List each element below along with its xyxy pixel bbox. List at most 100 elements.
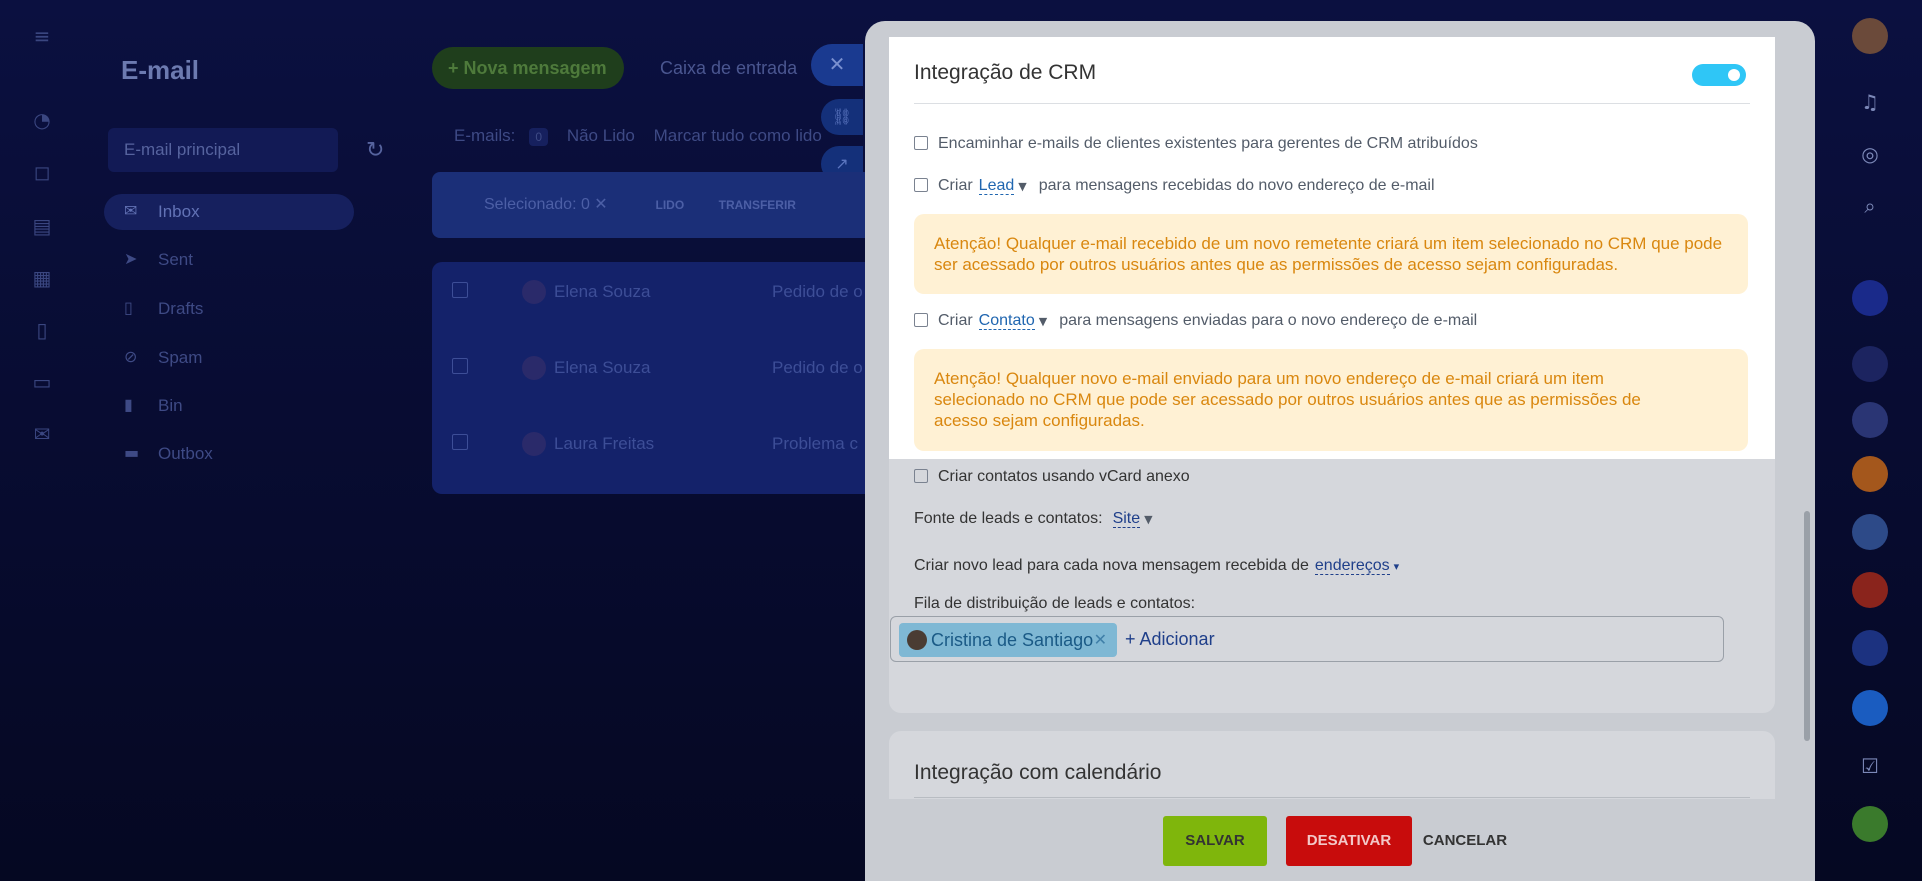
selected-count: Selecionado: 0	[484, 196, 590, 213]
source-label: Fonte de leads e contatos:	[914, 510, 1103, 527]
envelope-icon: ✉	[124, 201, 138, 220]
chat-icon[interactable]	[1852, 690, 1888, 726]
chat-icon[interactable]: ◻	[28, 158, 56, 186]
folder-spam[interactable]: ⊘ Spam	[104, 340, 354, 376]
group-icon[interactable]	[1852, 514, 1888, 550]
new-message-button[interactable]: + Nova mensagem	[432, 47, 624, 89]
forward-existing-label: Encaminhar e-mails de clientes existente…	[938, 135, 1478, 152]
folder-label: Drafts	[158, 299, 204, 318]
right-nav-rail: ♫ ◎ ⌕ ☑	[1816, 0, 1922, 881]
inbox-tab[interactable]: Caixa de entrada	[660, 58, 797, 79]
folder-label: Inbox	[158, 202, 200, 221]
queue-user-selector[interactable]: Cristina de Santiago ✕ + Adicionar	[890, 616, 1724, 662]
tasks-icon[interactable]: ▤	[28, 212, 56, 240]
incoming-create-option[interactable]: Criar Lead ▼ para mensagens recebidas do no…	[914, 177, 1435, 195]
save-button[interactable]: SALVAR	[1163, 816, 1267, 866]
filter-bar: E-mails: 0 Não Lido Marcar tudo como lido	[454, 126, 836, 146]
caret-down-icon[interactable]: ▾	[1394, 560, 1400, 573]
folder-label: Bin	[158, 396, 183, 415]
crm-icon[interactable]: ▭	[28, 368, 56, 396]
add-user-link[interactable]: + Adicionar	[1125, 629, 1215, 650]
checklist-icon[interactable]: ☑	[1852, 748, 1888, 784]
avatar[interactable]	[1852, 402, 1888, 438]
scrollbar[interactable]	[1804, 511, 1810, 741]
outgoing-entity-dropdown[interactable]: Contato	[978, 312, 1035, 330]
user-avatar[interactable]	[1852, 18, 1888, 54]
sent-icon: ➤	[124, 249, 138, 268]
feed-icon[interactable]	[1852, 806, 1888, 842]
avatar[interactable]	[1852, 346, 1888, 382]
search-chat-icon[interactable]: ⌕	[1852, 188, 1888, 224]
avatar[interactable]	[1852, 630, 1888, 666]
folder-label: Sent	[158, 250, 193, 269]
folder-outbox[interactable]: ▬ Outbox	[104, 436, 354, 472]
outgoing-create-option[interactable]: Criar Contato ▼ para mensagens enviadas par…	[914, 312, 1477, 330]
refresh-icon[interactable]: ↻	[366, 138, 384, 163]
crm-settings-card: Criar contatos usando vCard anexo Fonte …	[889, 459, 1775, 713]
table-row[interactable]: Laura Freitas Problema c	[432, 414, 872, 474]
remove-user-icon[interactable]: ✕	[1094, 630, 1107, 649]
documents-icon[interactable]: ▯	[28, 316, 56, 344]
table-row[interactable]: Elena Souza Pedido de o	[432, 262, 872, 322]
disable-button[interactable]: DESATIVAR	[1286, 816, 1412, 866]
table-row[interactable]: Elena Souza Pedido de o	[432, 338, 872, 398]
close-slider-button[interactable]: ✕	[811, 44, 863, 86]
vcard-option[interactable]: Criar contatos usando vCard anexo	[914, 468, 1190, 486]
row-checkbox[interactable]	[452, 434, 468, 450]
mail-icon[interactable]: ✉	[28, 420, 56, 448]
avatar	[522, 280, 546, 304]
target-icon[interactable]: ◎	[1852, 136, 1888, 172]
app-title: E-mail	[121, 55, 200, 85]
folder-sent[interactable]: ➤ Sent	[104, 242, 354, 278]
activity-icon[interactable]: ◔	[28, 106, 56, 134]
calendar-icon[interactable]: ▦	[28, 264, 56, 292]
move-action[interactable]: TRANSFERIR	[719, 198, 796, 212]
folder-inbox[interactable]: ✉ Inbox	[104, 194, 354, 230]
crm-toggle[interactable]	[1692, 64, 1746, 86]
chevron-down-icon[interactable]: ▼	[1018, 180, 1026, 193]
row-checkbox[interactable]	[452, 282, 468, 298]
incoming-create-checkbox[interactable]	[914, 178, 928, 192]
incoming-suffix: para mensagens recebidas do novo endereç…	[1038, 177, 1435, 194]
new-lead-option: Criar novo lead para cada nova mensagem …	[914, 557, 1411, 575]
trash-icon: ▮	[124, 395, 133, 414]
group-icon[interactable]	[1852, 572, 1888, 608]
new-message-label: Nova mensagem	[463, 58, 607, 78]
new-lead-dropdown[interactable]: endereços	[1314, 557, 1390, 575]
queue-label: Fila de distribuição de leads e contatos…	[914, 595, 1196, 612]
new-lead-label: Criar novo lead para cada nova mensagem …	[914, 557, 1309, 574]
mailbox-select[interactable]: E-mail principal	[108, 128, 338, 172]
folder-label: Spam	[158, 348, 203, 367]
left-nav-rail: ≡ ◔ ◻ ▤ ▦ ▯ ▭ ✉	[0, 0, 84, 881]
source-dropdown[interactable]: Site	[1112, 510, 1141, 528]
chevron-down-icon[interactable]: ▼	[1039, 315, 1047, 328]
avatar	[522, 356, 546, 380]
mark-all-read[interactable]: Marcar tudo como lido	[654, 126, 822, 145]
menu-icon[interactable]: ≡	[28, 22, 56, 50]
forward-existing-checkbox[interactable]	[914, 136, 928, 150]
cancel-button[interactable]: CANCELAR	[1420, 816, 1510, 866]
message-subject: Pedido de o	[772, 358, 863, 377]
crm-section-title: Integração de CRM	[914, 61, 1097, 84]
calendar-section-title: Integração com calendário	[914, 761, 1162, 784]
filter-unread[interactable]: Não Lido	[567, 126, 635, 145]
forward-existing-option[interactable]: Encaminhar e-mails de clientes existente…	[914, 135, 1478, 153]
vcard-checkbox[interactable]	[914, 469, 928, 483]
bell-icon[interactable]: ♫	[1852, 84, 1888, 120]
contact-card-icon[interactable]	[1852, 280, 1888, 316]
spam-icon: ⊘	[124, 347, 138, 366]
read-action[interactable]: LIDO	[656, 198, 685, 212]
outgoing-create-checkbox[interactable]	[914, 313, 928, 327]
row-checkbox[interactable]	[452, 358, 468, 374]
user-chip-name: Cristina de Santiago	[931, 630, 1094, 650]
user-chip[interactable]: Cristina de Santiago ✕	[899, 623, 1117, 657]
chevron-down-icon[interactable]: ▼	[1144, 513, 1152, 526]
create-label: Criar	[938, 177, 973, 194]
filter-prefix: E-mails:	[454, 126, 516, 145]
folder-drafts[interactable]: ▯ Drafts	[104, 291, 354, 327]
group-icon[interactable]	[1852, 456, 1888, 492]
outgoing-warning: Atenção! Qualquer novo e-mail enviado pa…	[914, 349, 1748, 451]
folder-bin[interactable]: ▮ Bin	[104, 388, 354, 424]
message-subject: Pedido de o	[772, 282, 863, 301]
incoming-entity-dropdown[interactable]: Lead	[978, 177, 1015, 195]
